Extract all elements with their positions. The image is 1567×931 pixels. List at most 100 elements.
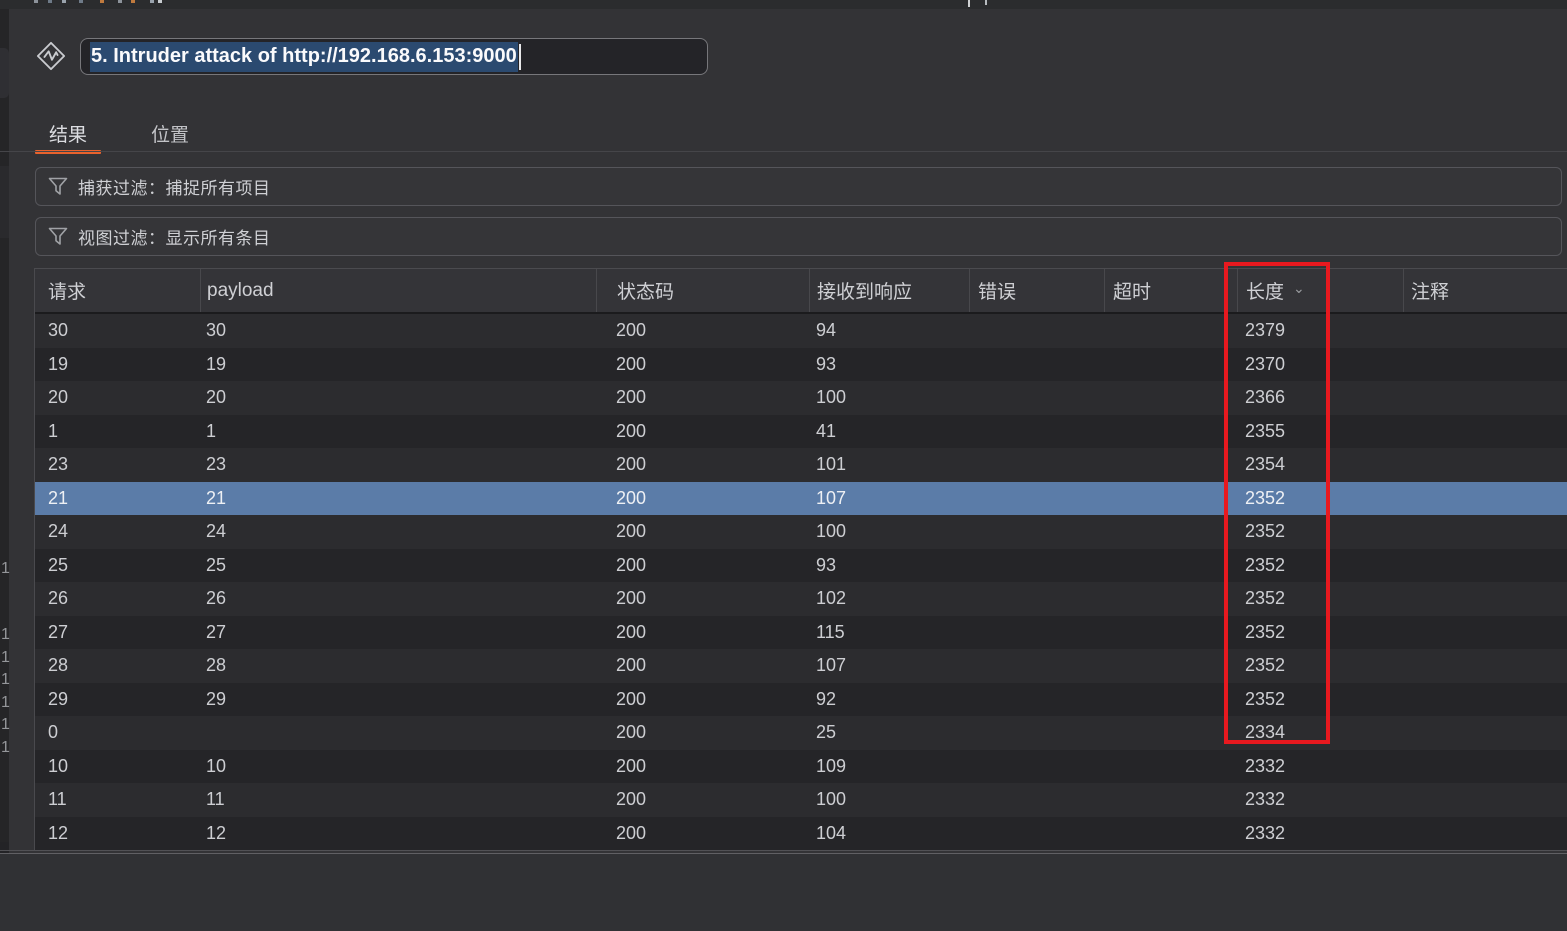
clipped-toolbar-fragment	[131, 0, 135, 3]
table-row[interactable]: 23232001012354	[35, 448, 1567, 482]
cell-comment	[1403, 750, 1567, 784]
cell-timeout	[1104, 482, 1237, 516]
bottom-empty-panel	[0, 854, 1567, 931]
cell-payload: 25	[200, 549, 596, 583]
cell-received: 115	[809, 616, 969, 650]
tab-results[interactable]: 结果	[35, 116, 101, 151]
cell-error	[969, 549, 1104, 583]
column-header-status[interactable]: 状态码	[596, 269, 809, 312]
cell-timeout	[1104, 750, 1237, 784]
cell-request: 21	[35, 482, 200, 516]
cell-request: 28	[35, 649, 200, 683]
table-header: 请求 payload 状态码接收到响应错误 超时长度 ⌄ 注释	[35, 269, 1567, 312]
table-row[interactable]: 27272001152352	[35, 616, 1567, 650]
cell-error	[969, 448, 1104, 482]
column-header-error[interactable]: 错误	[969, 269, 1104, 312]
text-caret	[519, 44, 521, 70]
table-row[interactable]: 26262001022352	[35, 582, 1567, 616]
table-row[interactable]: 20202001002366	[35, 381, 1567, 415]
cell-timeout	[1104, 515, 1237, 549]
clipped-top-toolbar	[0, 0, 1567, 9]
cell-status: 200	[596, 582, 809, 616]
tab-positions[interactable]: 位置	[137, 116, 203, 151]
table-row[interactable]: 11200412355	[35, 415, 1567, 449]
attack-title-input[interactable]: 5. Intruder attack of http://192.168.6.1…	[80, 38, 708, 75]
column-header-label: payload	[207, 280, 274, 302]
cell-received: 93	[809, 348, 969, 382]
view-filter-bar[interactable]: 视图过滤：显示所有条目	[35, 217, 1562, 256]
cell-received: 107	[809, 482, 969, 516]
cell-status: 200	[596, 683, 809, 717]
cell-comment	[1403, 582, 1567, 616]
cell-timeout	[1104, 783, 1237, 817]
tab-bar-divider	[0, 151, 1567, 152]
cell-status: 200	[596, 348, 809, 382]
cell-payload: 27	[200, 616, 596, 650]
cell-payload: 11	[200, 783, 596, 817]
column-header-request[interactable]: 请求	[35, 269, 200, 312]
column-header-comment[interactable]: 注释	[1403, 269, 1567, 312]
clipped-toolbar-fragment	[34, 0, 38, 3]
table-row[interactable]: 24242001002352	[35, 515, 1567, 549]
cell-comment	[1403, 515, 1567, 549]
table-row[interactable]: 2525200932352	[35, 549, 1567, 583]
cell-comment	[1403, 448, 1567, 482]
cell-status: 200	[596, 549, 809, 583]
cell-received: 100	[809, 381, 969, 415]
cell-error	[969, 783, 1104, 817]
column-header-label: 错误	[978, 277, 1016, 304]
cell-status: 200	[596, 381, 809, 415]
cell-status: 200	[596, 783, 809, 817]
cell-received: 25	[809, 716, 969, 750]
cell-payload: 12	[200, 817, 596, 851]
cell-received: 92	[809, 683, 969, 717]
cell-error	[969, 683, 1104, 717]
cell-comment	[1403, 381, 1567, 415]
column-header-payload[interactable]: payload	[200, 269, 596, 312]
column-header-length[interactable]: 长度 ⌄	[1237, 269, 1403, 312]
cell-timeout	[1104, 448, 1237, 482]
clipped-toolbar-fragment	[79, 0, 83, 3]
table-row[interactable]: 12122001042332	[35, 817, 1567, 851]
table-row-selected[interactable]: 21212001072352	[35, 482, 1567, 516]
cell-error	[969, 716, 1104, 750]
cell-error	[969, 582, 1104, 616]
cell-length: 2352	[1237, 515, 1403, 549]
cell-comment	[1403, 616, 1567, 650]
clipped-toolbar-fragment	[150, 0, 154, 3]
cell-payload: 10	[200, 750, 596, 784]
column-header-timeout[interactable]: 超时	[1104, 269, 1237, 312]
cell-length: 2366	[1237, 381, 1403, 415]
cell-status: 200	[596, 314, 809, 348]
table-row[interactable]: 10102001092332	[35, 750, 1567, 784]
cell-status: 200	[596, 482, 809, 516]
cell-received: 41	[809, 415, 969, 449]
cell-timeout	[1104, 649, 1237, 683]
cell-payload	[200, 716, 596, 750]
column-header-received[interactable]: 接收到响应	[809, 269, 969, 312]
table-row[interactable]: 11112001002332	[35, 783, 1567, 817]
sort-desc-indicator: ⌄	[1293, 280, 1305, 297]
cell-received: 107	[809, 649, 969, 683]
table-row[interactable]: 1919200932370	[35, 348, 1567, 382]
cell-payload: 30	[200, 314, 596, 348]
table-row[interactable]: 28282001072352	[35, 649, 1567, 683]
cell-received: 102	[809, 582, 969, 616]
column-header-label: 长度	[1246, 277, 1284, 304]
cell-payload: 26	[200, 582, 596, 616]
capture-filter-bar[interactable]: 捕获过滤：捕捉所有项目	[35, 167, 1562, 206]
cell-payload: 24	[200, 515, 596, 549]
table-row[interactable]: 3030200942379	[35, 314, 1567, 348]
background-window-block	[0, 166, 9, 238]
cell-status: 200	[596, 649, 809, 683]
cell-error	[969, 348, 1104, 382]
cell-received: 94	[809, 314, 969, 348]
table-row[interactable]: 2929200922352	[35, 683, 1567, 717]
cell-payload: 28	[200, 649, 596, 683]
cell-timeout	[1104, 817, 1237, 851]
cell-comment	[1403, 549, 1567, 583]
table-row[interactable]: 0200252334	[35, 716, 1567, 750]
cell-length: 2352	[1237, 616, 1403, 650]
tab-bar: 结果 位置	[35, 116, 203, 151]
table-bottom-border	[0, 850, 1567, 851]
